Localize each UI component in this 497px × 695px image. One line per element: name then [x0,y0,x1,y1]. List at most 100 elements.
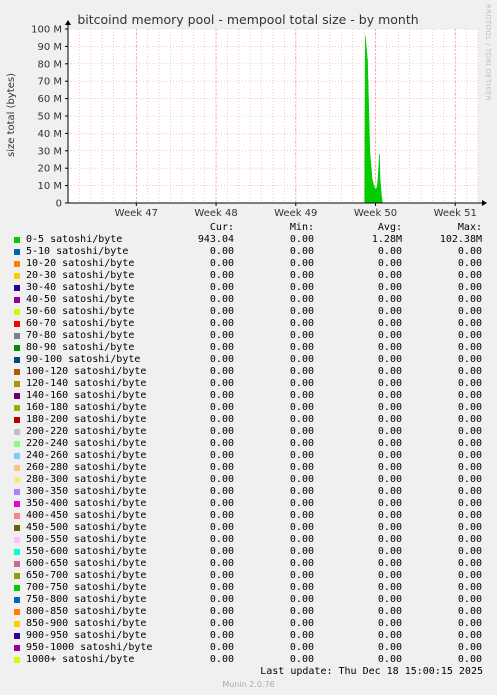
legend-cur: 0.00 [209,594,234,605]
legend-row: 550-600 satoshi/byte 0.00 0.00 0.00 0.00 [0,546,497,558]
legend-min: 0.00 [289,546,314,557]
legend-max: 0.00 [457,246,482,257]
legend-label: 450-500 satoshi/byte [26,522,147,533]
legend-cur: 0.00 [209,546,234,557]
legend-cur: 0.00 [209,654,234,665]
legend-min: 0.00 [289,534,314,545]
legend-cur: 0.00 [209,354,234,365]
legend-swatch [14,645,20,651]
legend-cur: 0.00 [209,402,234,413]
legend-label: 100-120 satoshi/byte [26,366,147,377]
x-axis-arrow [482,200,487,206]
legend-min: 0.00 [289,462,314,473]
legend-label: 70-80 satoshi/byte [26,330,135,341]
legend-max: 0.00 [457,570,482,581]
legend-min: 0.00 [289,306,314,317]
y-tick-label: 70 M [37,77,62,88]
legend-cur: 0.00 [209,474,234,485]
legend-label: 600-650 satoshi/byte [26,558,147,569]
legend-swatch [14,453,20,459]
legend-label: 5-10 satoshi/byte [26,246,129,257]
y-tick-label: 50 M [37,112,62,123]
legend-cur: 0.00 [209,558,234,569]
y-axis-arrow [65,20,71,25]
legend-max: 0.00 [457,390,482,401]
legend-min: 0.00 [289,318,314,329]
y-tick-label: 90 M [37,42,62,53]
legend-cur: 0.00 [209,486,234,497]
legend-avg: 0.00 [377,582,402,593]
legend-max: 0.00 [457,306,482,317]
legend-max: 0.00 [457,270,482,281]
legend-row: 240-260 satoshi/byte 0.00 0.00 0.00 0.00 [0,450,497,462]
legend-avg: 0.00 [377,630,402,641]
legend-cur: 0.00 [209,630,234,641]
legend-min: 0.00 [289,426,314,437]
legend-label: 30-40 satoshi/byte [26,282,135,293]
legend-min: 0.00 [289,282,314,293]
legend-label: 140-160 satoshi/byte [26,390,147,401]
legend-avg: 0.00 [377,462,402,473]
legend-avg: 0.00 [377,594,402,605]
legend-avg: 0.00 [377,390,402,401]
legend-swatch [14,441,20,447]
legend-label: 650-700 satoshi/byte [26,570,147,581]
legend-max: 0.00 [457,318,482,329]
legend-row: 650-700 satoshi/byte 0.00 0.00 0.00 0.00 [0,570,497,582]
legend-swatch [14,357,20,363]
legend-avg: 0.00 [377,606,402,617]
x-tick-label: Week 49 [274,208,317,219]
y-axis-label: size total (bytes) [6,73,17,157]
legend-avg: 0.00 [377,294,402,305]
legend-avg: 0.00 [377,270,402,281]
legend-row: 60-70 satoshi/byte 0.00 0.00 0.00 0.00 [0,318,497,330]
x-tick-label: Week 51 [434,208,477,219]
legend-max: 0.00 [457,654,482,665]
legend-row: 50-60 satoshi/byte 0.00 0.00 0.00 0.00 [0,306,497,318]
legend-row: 160-180 satoshi/byte 0.00 0.00 0.00 0.00 [0,402,497,414]
legend-max: 0.00 [457,534,482,545]
legend-max: 102.38M [439,234,482,245]
legend-label: 200-220 satoshi/byte [26,426,147,437]
legend-max: 0.00 [457,282,482,293]
legend-label: 40-50 satoshi/byte [26,294,135,305]
legend-swatch [14,261,20,267]
legend-avg: 0.00 [377,354,402,365]
legend-min: 0.00 [289,246,314,257]
legend-max: 0.00 [457,606,482,617]
legend-swatch [14,561,20,567]
legend-min: 0.00 [289,510,314,521]
legend-label: 850-900 satoshi/byte [26,618,147,629]
legend-swatch [14,345,20,351]
legend-swatch [14,633,20,639]
legend-avg: 0.00 [377,438,402,449]
chart: bitcoind memory pool - mempool total siz… [6,12,487,219]
legend-cur: 0.00 [209,534,234,545]
legend-row: 80-90 satoshi/byte 0.00 0.00 0.00 0.00 [0,342,497,354]
legend-swatch [14,405,20,411]
legend-label: 10-20 satoshi/byte [26,258,135,269]
legend-row: 350-400 satoshi/byte 0.00 0.00 0.00 0.00 [0,498,497,510]
legend-row: 200-220 satoshi/byte 0.00 0.00 0.00 0.00 [0,426,497,438]
legend-min: 0.00 [289,234,314,245]
legend-avg: 0.00 [377,342,402,353]
legend-swatch [14,465,20,471]
legend-min: 0.00 [289,342,314,353]
legend-min: 0.00 [289,630,314,641]
legend-max: 0.00 [457,366,482,377]
legend-max: 0.00 [457,630,482,641]
legend-min: 0.00 [289,606,314,617]
legend-swatch [14,237,20,243]
legend-avg: 0.00 [377,306,402,317]
legend-max: 0.00 [457,438,482,449]
legend-label: 0-5 satoshi/byte [26,234,123,245]
legend-row: 900-950 satoshi/byte 0.00 0.00 0.00 0.00 [0,630,497,642]
legend-min: 0.00 [289,450,314,461]
legend-label: 120-140 satoshi/byte [26,378,147,389]
legend-swatch [14,609,20,615]
legend-avg: 0.00 [377,642,402,653]
legend-min: 0.00 [289,558,314,569]
legend-min: 0.00 [289,270,314,281]
legend-row: 1000+ satoshi/byte 0.00 0.00 0.00 0.00 [0,654,497,666]
legend-swatch [14,321,20,327]
